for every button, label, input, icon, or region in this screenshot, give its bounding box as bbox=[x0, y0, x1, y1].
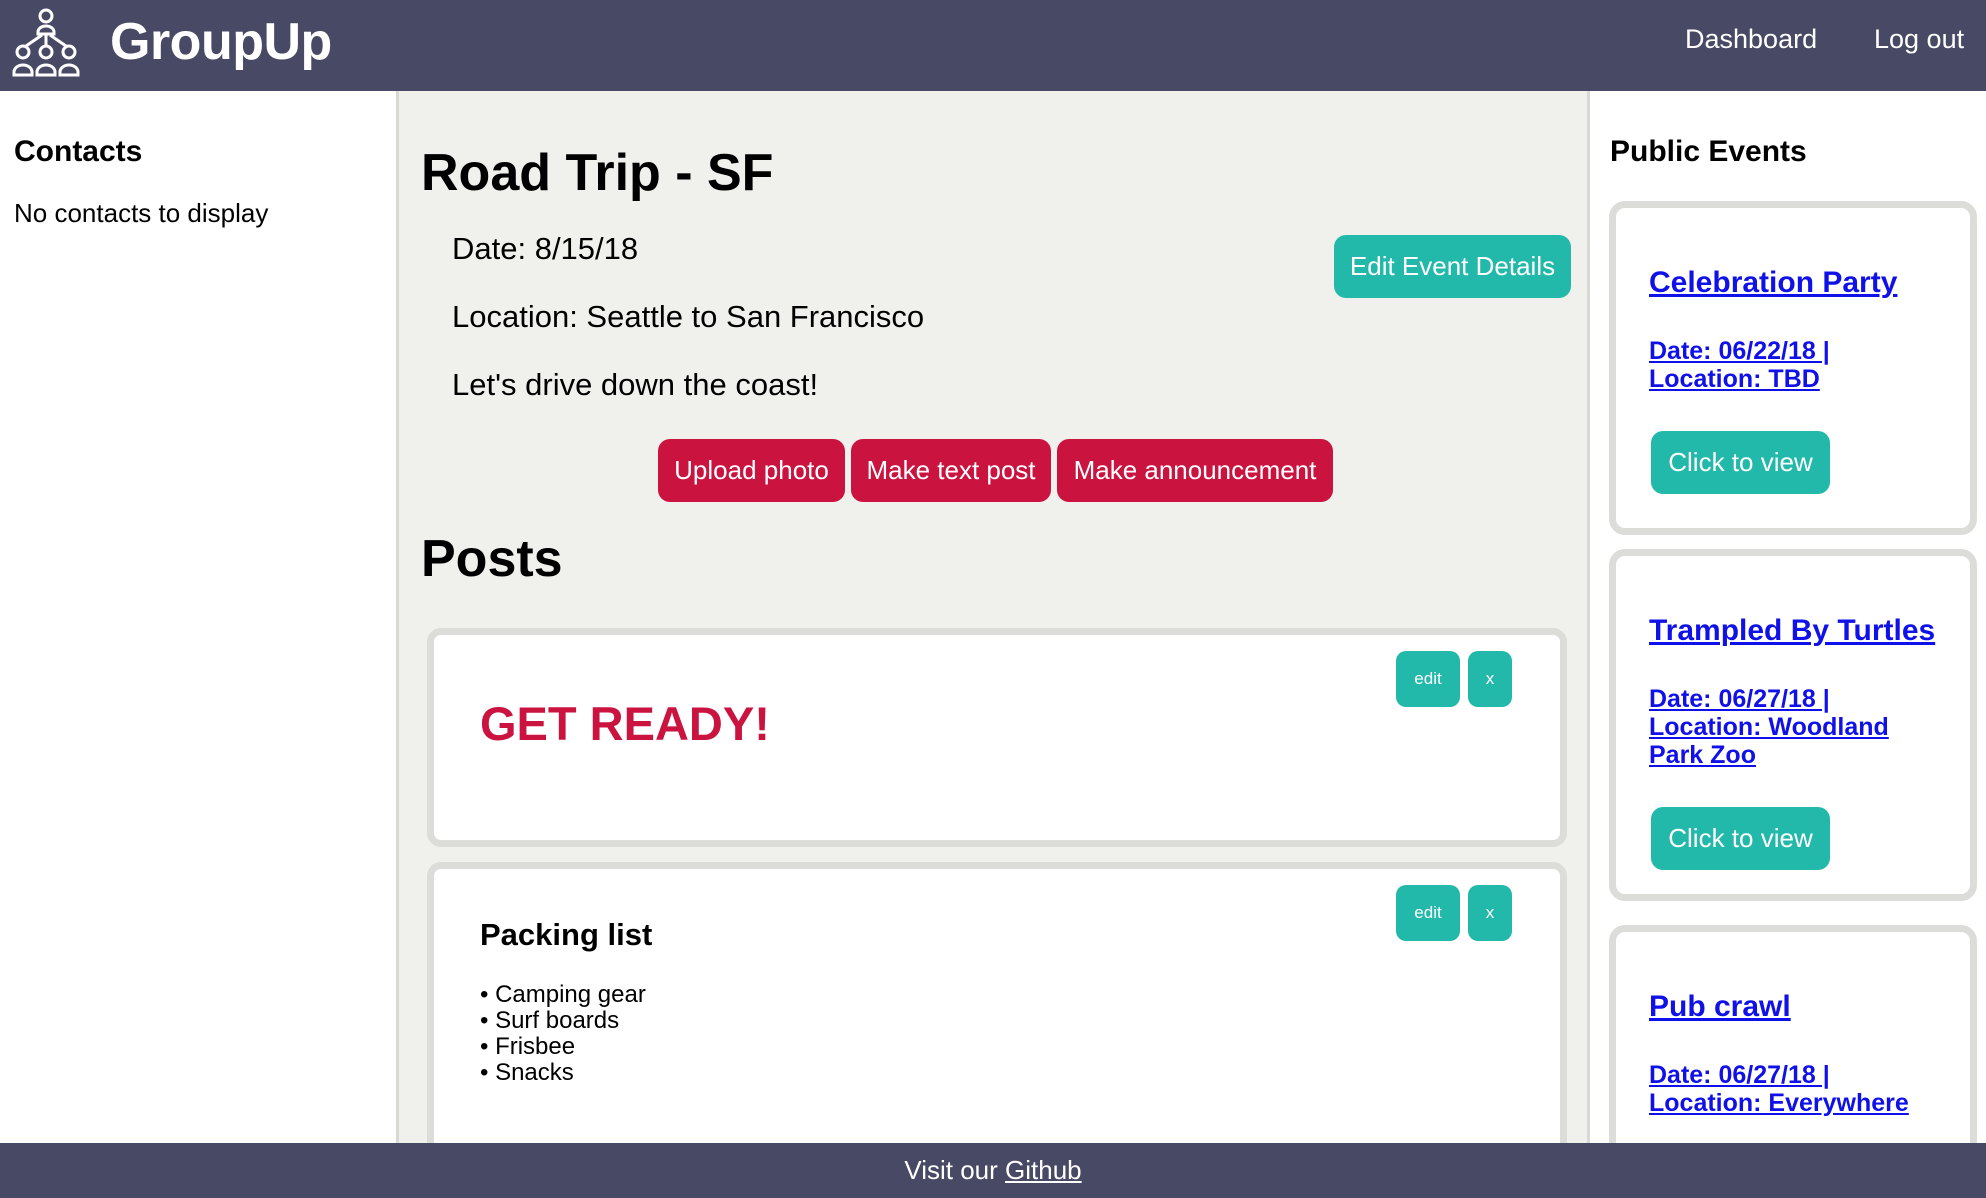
event-title: Road Trip - SF bbox=[421, 144, 774, 202]
event-date: Date: 8/15/18 bbox=[452, 231, 639, 266]
edit-post-button[interactable]: edit bbox=[1396, 651, 1460, 707]
public-event-meta[interactable]: Date: 06/27/18 | Location: Woodland Park… bbox=[1649, 685, 1949, 769]
contacts-sidebar: Contacts No contacts to display bbox=[0, 91, 396, 1143]
top-navbar: GroupUp Dashboard Log out bbox=[0, 0, 1986, 91]
app-brand[interactable]: GroupUp bbox=[110, 12, 332, 72]
make-text-post-button[interactable]: Make text post bbox=[851, 439, 1051, 502]
event-description: Let's drive down the coast! bbox=[452, 367, 819, 402]
public-event-card: Celebration Party Date: 06/22/18 | Locat… bbox=[1609, 201, 1977, 535]
delete-post-button[interactable]: x bbox=[1468, 651, 1512, 707]
public-event-meta[interactable]: Date: 06/27/18 | Location: Everywhere bbox=[1649, 1061, 1949, 1117]
public-event-link[interactable]: Trampled By Turtles bbox=[1649, 614, 1935, 648]
footer-text: Visit our bbox=[904, 1155, 1006, 1185]
post-card: edit x Packing list • Camping gear • Sur… bbox=[427, 862, 1567, 1143]
list-item: • Surf boards bbox=[480, 1007, 620, 1034]
post-card: edit x GET READY! bbox=[427, 628, 1567, 847]
github-link[interactable]: Github bbox=[1005, 1155, 1082, 1185]
edit-post-button[interactable]: edit bbox=[1396, 885, 1460, 941]
post-list: • Camping gear • Surf boards • Frisbee •… bbox=[480, 982, 646, 1086]
list-item: • Frisbee bbox=[480, 1033, 576, 1060]
event-main-panel: Road Trip - SF Date: 8/15/18 Location: S… bbox=[396, 91, 1590, 1143]
public-event-link[interactable]: Pub crawl bbox=[1649, 990, 1791, 1024]
announcement-text: GET READY! bbox=[480, 697, 770, 750]
nav-dashboard-link[interactable]: Dashboard bbox=[1685, 24, 1817, 55]
click-to-view-button[interactable]: Click to view bbox=[1651, 431, 1830, 494]
public-event-meta[interactable]: Date: 06/22/18 | Location: TBD bbox=[1649, 337, 1949, 393]
people-network-icon[interactable] bbox=[8, 6, 84, 82]
delete-post-button[interactable]: x bbox=[1468, 885, 1512, 941]
list-item: • Camping gear bbox=[480, 981, 646, 1008]
public-events-heading: Public Events bbox=[1610, 135, 1807, 168]
posts-heading: Posts bbox=[421, 530, 563, 588]
edit-event-details-button[interactable]: Edit Event Details bbox=[1334, 235, 1571, 298]
click-to-view-button[interactable]: Click to view bbox=[1651, 807, 1830, 870]
public-event-link[interactable]: Celebration Party bbox=[1649, 266, 1897, 300]
nav-logout-link[interactable]: Log out bbox=[1874, 24, 1964, 55]
contacts-heading: Contacts bbox=[14, 135, 143, 168]
upload-photo-button[interactable]: Upload photo bbox=[658, 439, 845, 502]
contacts-empty-text: No contacts to display bbox=[14, 198, 269, 228]
make-announcement-button[interactable]: Make announcement bbox=[1057, 439, 1333, 502]
public-events-sidebar: Public Events Celebration Party Date: 06… bbox=[1590, 91, 1986, 1143]
footer: Visit our Github bbox=[0, 1143, 1986, 1198]
list-item: • Snacks bbox=[480, 1059, 574, 1086]
event-location: Location: Seattle to San Francisco bbox=[452, 299, 925, 334]
post-title: Packing list bbox=[480, 917, 653, 952]
public-event-card: Trampled By Turtles Date: 06/27/18 | Loc… bbox=[1609, 549, 1977, 901]
public-event-card: Pub crawl Date: 06/27/18 | Location: Eve… bbox=[1609, 925, 1977, 1143]
